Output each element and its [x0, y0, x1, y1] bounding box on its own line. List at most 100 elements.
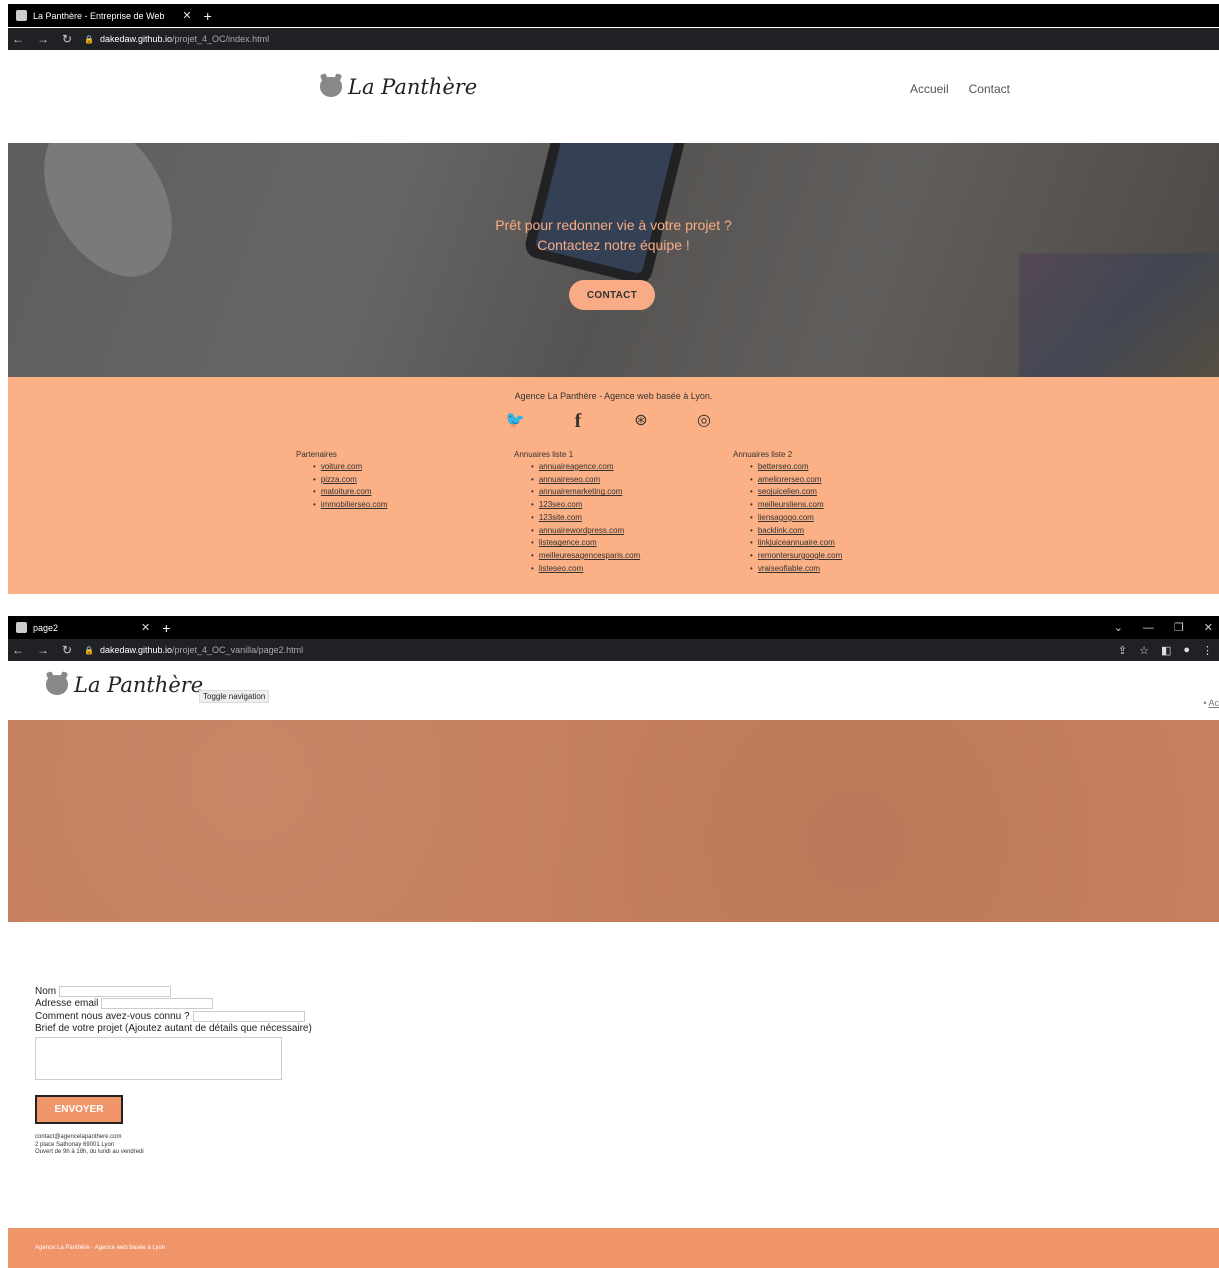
twitter-icon[interactable]: 🐦: [504, 410, 526, 433]
nav-accueil-partial[interactable]: • Ac: [1203, 698, 1219, 708]
profile-icon[interactable]: ●: [1183, 644, 1190, 657]
restore-icon[interactable]: ❐: [1174, 621, 1184, 634]
brief-label: Brief de votre projet (Ajoutez autant de…: [35, 1023, 312, 1035]
side-panel-icon[interactable]: ◧: [1161, 644, 1171, 657]
link[interactable]: seojuicelien.com: [758, 487, 817, 496]
partners-column: Partenaires voiture.com pizza.com matoit…: [296, 450, 388, 512]
share-icon[interactable]: ⇪: [1118, 644, 1127, 657]
contact-address: 2 place Sathonay 69001 Lyon: [35, 1141, 115, 1148]
favicon-icon: [16, 10, 27, 21]
send-button[interactable]: ENVOYER: [35, 1095, 123, 1124]
tab-title: La Panthère - Entreprise de Web: [33, 10, 165, 21]
link[interactable]: annuaireseo.com: [539, 475, 600, 484]
link[interactable]: immobilierseo.com: [321, 500, 388, 509]
back-icon[interactable]: ←: [12, 32, 24, 46]
email-field[interactable]: [101, 998, 214, 1010]
logo-text: La Panthère: [348, 75, 478, 99]
link[interactable]: remontersurgoogle.com: [758, 551, 842, 560]
contact-email: contact@agencelapanthere.com: [35, 1134, 122, 1140]
logo-2[interactable]: La Panthère: [46, 673, 203, 697]
link[interactable]: voiture.com: [321, 462, 362, 471]
link[interactable]: listeseo.com: [539, 564, 583, 573]
directory-list-2: Annuaires liste 2 betterseo.com ameliore…: [733, 450, 842, 575]
column-title: Annuaires liste 1: [514, 450, 574, 459]
link[interactable]: annuairemarketing.com: [539, 487, 623, 496]
list-item: seojuicelien.com: [750, 486, 842, 499]
footer-text: Agence La Panthère - Agence web basée à …: [35, 1245, 166, 1251]
tab-search-icon[interactable]: ⌄: [1114, 621, 1123, 634]
list-item: annuairemarketing.com: [531, 486, 640, 499]
link[interactable]: ameliorerseo.com: [758, 475, 822, 484]
tab-bar: La Panthère - Entreprise de Web ✕ +: [8, 4, 1219, 27]
link[interactable]: backlink.com: [758, 526, 804, 535]
close-tab-icon[interactable]: ✕: [182, 9, 191, 22]
contact-button[interactable]: CONTACT: [569, 280, 655, 310]
facebook-icon[interactable]: f: [567, 410, 589, 433]
link[interactable]: liensagogo.com: [758, 513, 814, 522]
source-label: Comment nous avez-vous connu ?: [35, 1010, 190, 1022]
contact-form: Nom Adresse email Comment nous avez-vous…: [35, 985, 312, 1083]
list-item: liensagogo.com: [750, 512, 842, 525]
list-item: vraiseofiable.com: [750, 563, 842, 576]
hero-line-2: Contactez notre équipe !: [537, 237, 690, 253]
list-item: meilleuresagencesparis.com: [531, 550, 640, 563]
tab-bar-2: page2 ✕ + ⌄ — ❐ ✕: [8, 616, 1219, 639]
link[interactable]: vraiseofiable.com: [758, 564, 820, 573]
link[interactable]: linkjuiceannuaire.com: [758, 538, 835, 547]
new-tab-icon[interactable]: +: [162, 620, 170, 636]
browser-tab[interactable]: La Panthère - Entreprise de Web ✕: [8, 4, 200, 27]
list-item: voiture.com: [313, 461, 388, 474]
nav-contact[interactable]: Contact: [969, 82, 1010, 96]
link[interactable]: pizza.com: [321, 475, 357, 484]
bookmark-star-icon[interactable]: ☆: [1139, 644, 1149, 657]
browser-tab-2[interactable]: page2 ✕: [8, 616, 158, 639]
list-item: meilleursliens.com: [750, 499, 842, 512]
favicon-icon: [16, 622, 27, 633]
link[interactable]: meilleuresagencesparis.com: [539, 551, 640, 560]
dribbble-icon[interactable]: ⊛: [630, 410, 652, 433]
link[interactable]: matoiture.com: [321, 487, 372, 496]
toggle-navigation-button[interactable]: Toggle navigation: [199, 690, 270, 703]
column-title: Annuaires liste 2: [733, 450, 793, 459]
link[interactable]: annuaireagence.com: [539, 462, 614, 471]
link[interactable]: betterseo.com: [758, 462, 809, 471]
link[interactable]: meilleursliens.com: [758, 500, 824, 509]
list-item: immobilierseo.com: [313, 499, 388, 512]
link[interactable]: 123site.com: [539, 513, 582, 522]
directory-list-1: Annuaires liste 1 annuaireagence.com ann…: [514, 450, 640, 575]
minimize-icon[interactable]: —: [1143, 622, 1154, 634]
lock-icon[interactable]: 🔒: [84, 646, 94, 655]
reload-icon[interactable]: ↻: [62, 32, 72, 46]
lock-icon[interactable]: 🔒: [84, 35, 94, 44]
url-field-2[interactable]: dakedaw.github.io/projet_4_OC_vanilla/pa…: [100, 645, 303, 655]
list-item: 123site.com: [531, 512, 640, 525]
list-item: ameliorerseo.com: [750, 474, 842, 487]
forward-icon[interactable]: →: [37, 643, 49, 657]
link[interactable]: listeagence.com: [539, 538, 597, 547]
social-links: 🐦 f ⊛ ◎: [504, 410, 715, 433]
list-item: annuaireseo.com: [531, 474, 640, 487]
list-item: remontersurgoogle.com: [750, 550, 842, 563]
logo[interactable]: La Panthère: [320, 75, 477, 99]
instagram-icon[interactable]: ◎: [693, 410, 715, 433]
contact-info: contact@agencelapanthere.com 2 place Sat…: [35, 1134, 144, 1157]
hero-banner: Prêt pour redonner vie à votre projet ? …: [8, 143, 1219, 377]
list-item: betterseo.com: [750, 461, 842, 474]
menu-dots-icon[interactable]: ⋮: [1202, 644, 1213, 657]
logo-text-2: La Panthère: [74, 673, 204, 697]
nav-accueil[interactable]: Accueil: [910, 82, 949, 96]
url-field[interactable]: dakedaw.github.io/projet_4_OC/index.html: [100, 34, 269, 44]
new-tab-icon[interactable]: +: [204, 8, 212, 24]
close-window-icon[interactable]: ✕: [1204, 621, 1213, 634]
link[interactable]: annuairewordpress.com: [539, 526, 624, 535]
forward-icon[interactable]: →: [37, 32, 49, 46]
source-field[interactable]: [192, 1010, 305, 1022]
list-item: pizza.com: [313, 474, 388, 487]
reload-icon[interactable]: ↻: [62, 643, 72, 657]
back-icon[interactable]: ←: [12, 643, 24, 657]
name-field[interactable]: [59, 985, 172, 997]
site-footer: Agence La Panthère - Agence web basée à …: [8, 377, 1219, 594]
link[interactable]: 123seo.com: [539, 500, 583, 509]
brief-textarea[interactable]: [35, 1037, 282, 1080]
close-tab-icon[interactable]: ✕: [141, 621, 150, 634]
